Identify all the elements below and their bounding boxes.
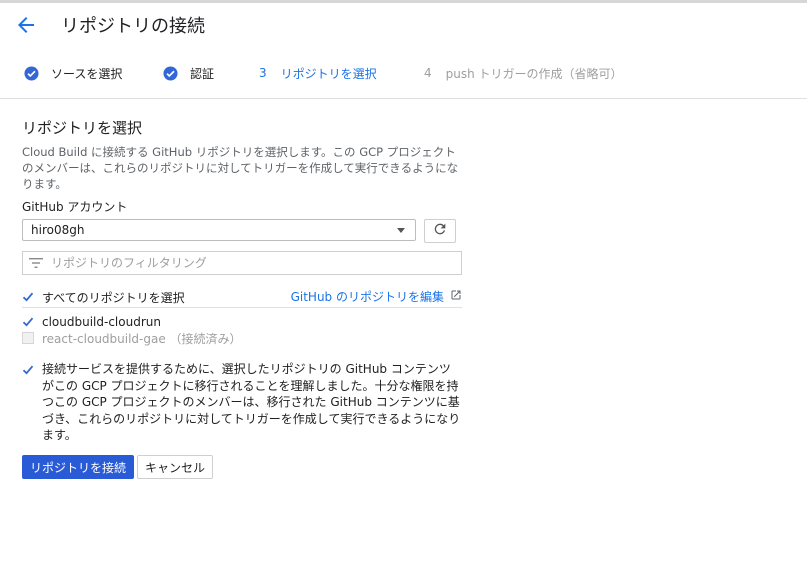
stepper-divider [0, 98, 807, 99]
repository-filter[interactable] [22, 251, 462, 275]
check-circle-icon [24, 65, 39, 81]
checkbox-checked-icon[interactable] [22, 316, 34, 328]
step-select-source[interactable]: ソースを選択 [24, 64, 122, 82]
page-title: リポジトリの接続 [61, 16, 205, 37]
edit-link-label: GitHub のリポジトリを編集 [290, 290, 444, 304]
checkbox-checked-icon[interactable] [22, 364, 34, 376]
consent-checkbox-row[interactable]: 接続サービスを提供するために、選択したリポジトリの GitHub コンテンツがこ… [22, 361, 462, 444]
github-account-value: hiro08gh [31, 223, 85, 237]
repository-item[interactable]: cloudbuild-cloudrun [22, 314, 161, 330]
step-label: ソースを選択 [51, 66, 123, 81]
filter-input[interactable] [49, 255, 461, 271]
step-label: push トリガーの作成（省略可） [445, 66, 623, 81]
github-account-select[interactable]: hiro08gh [22, 219, 416, 241]
check-circle-icon [163, 65, 178, 81]
external-link-icon [450, 289, 462, 304]
checkbox-disabled-icon [22, 332, 34, 344]
section-title: リポジトリを選択 [22, 119, 143, 137]
repository-name: react-cloudbuild-gae （接続済み） [42, 331, 242, 346]
step-number: 4 [424, 66, 432, 80]
dropdown-caret-icon [397, 228, 405, 233]
cancel-button[interactable]: キャンセル [137, 455, 213, 479]
connect-repository-button[interactable]: リポジトリを接続 [22, 455, 134, 479]
step-create-trigger: 4 push トリガーの作成（省略可） [424, 64, 623, 82]
consent-text: 接続サービスを提供するために、選択したリポジトリの GitHub コンテンツがこ… [42, 362, 461, 442]
github-account-label: GitHub アカウント [22, 200, 128, 214]
page-header: リポジトリの接続 [0, 3, 807, 45]
step-authenticate[interactable]: 認証 [163, 64, 214, 82]
step-number: 3 [259, 66, 267, 80]
step-select-repository[interactable]: 3 リポジトリを選択 [259, 64, 377, 82]
section-description: Cloud Build に接続する GitHub リポジトリを選択します。この … [22, 145, 459, 191]
repository-item-connected: react-cloudbuild-gae （接続済み） [22, 330, 242, 346]
repository-name: cloudbuild-cloudrun [42, 315, 161, 329]
checkbox-checked-icon[interactable] [22, 291, 34, 303]
select-all-label: すべてのリポジトリを選択 [42, 290, 185, 305]
edit-github-repos-link[interactable]: GitHub のリポジトリを編集 [291, 288, 462, 305]
stepper: ソースを選択 認証 3 リポジトリを選択 4 push トリガーの作成（省略可） [0, 56, 807, 90]
refresh-button[interactable] [424, 219, 456, 243]
refresh-icon [432, 221, 448, 241]
step-label: 認証 [190, 66, 215, 81]
back-arrow-icon[interactable] [14, 13, 38, 37]
list-divider [22, 307, 462, 308]
filter-icon [29, 257, 43, 269]
step-label: リポジトリを選択 [280, 66, 377, 81]
